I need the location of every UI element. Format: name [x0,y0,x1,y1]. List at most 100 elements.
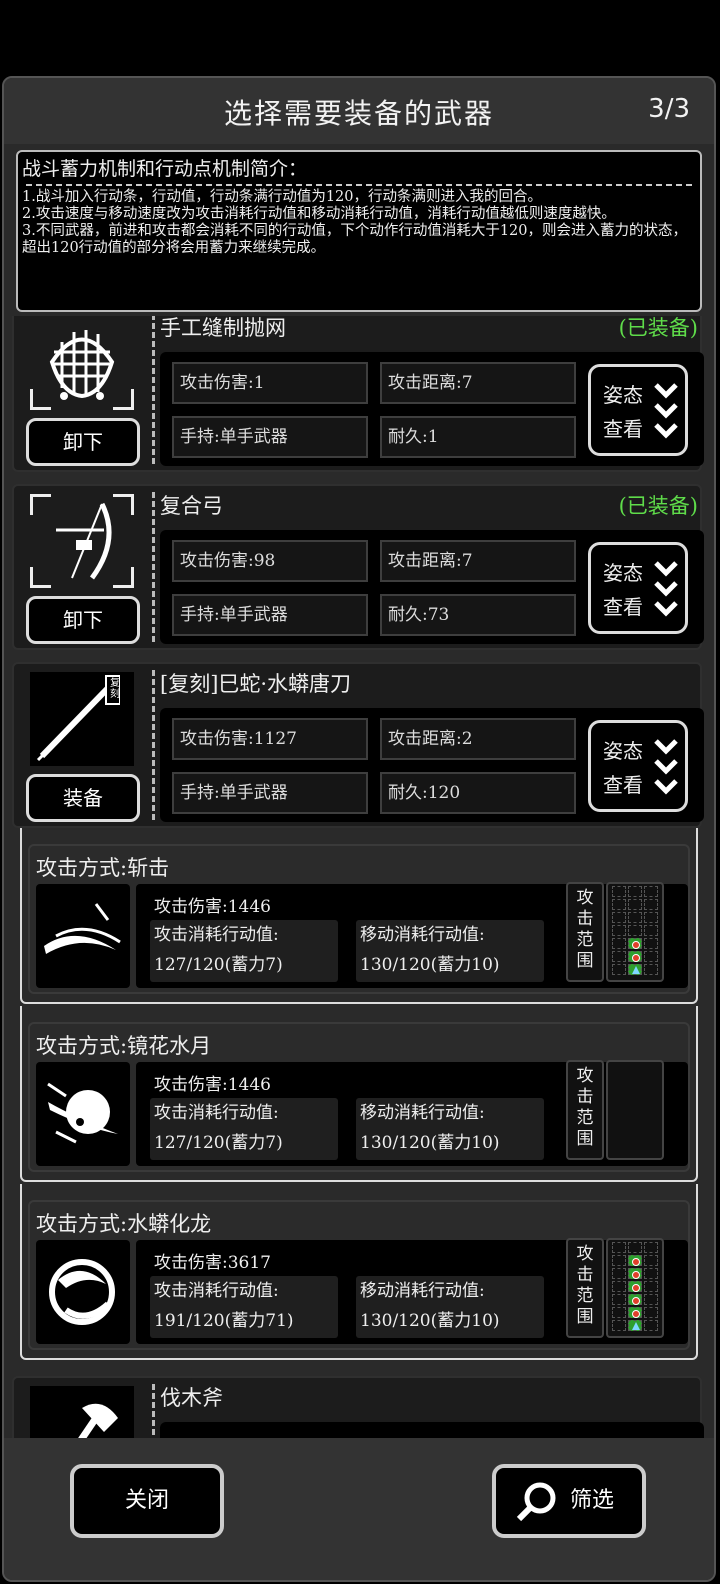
close-button[interactable]: 关闭 [70,1464,224,1538]
move-cost: 移动消耗行动值: 130/120(蓄力10) [356,1276,544,1338]
divider [152,670,155,820]
equipped-status: (已装备) [618,316,698,340]
attack-cost: 攻击消耗行动值: 191/120(蓄力71) [150,1276,338,1338]
attack-mode-card: 攻击方式:水蟒化龙 攻击伤害:3617 攻击消耗行动值: 191/120(蓄力7… [20,1184,698,1360]
attack-damage: 攻击伤害:1446 [154,897,271,917]
pose-label: 姿态 [603,739,643,763]
range-grid [606,882,664,982]
range-grid [606,1060,664,1160]
move-cost-value: 130/120(蓄力10) [360,955,500,975]
move-cost-value: 130/120(蓄力10) [360,1311,500,1331]
range-label-char: 范 [576,1108,594,1128]
weapon-list[interactable]: 卸下 手工缝制抛网 (已装备) 攻击伤害:1 攻击距离:7 手持:单手武器 耐久… [4,316,714,1440]
pose-view-button[interactable]: 姿态 查看 [588,364,688,456]
range-cell [628,925,642,936]
range-cell [612,1242,626,1253]
unequip-button[interactable]: 卸下 [26,418,140,466]
stat-range: 攻击距离:2 [380,718,576,760]
move-cost: 移动消耗行动值: 130/120(蓄力10) [356,920,544,982]
weapon-card: 卸下 手工缝制抛网 (已装备) 攻击伤害:1 攻击距离:7 手持:单手武器 耐久… [12,316,704,472]
replica-badge: 复刻 [110,678,120,700]
weapon-stats: 攻击伤害:1 攻击距离:7 手持:单手武器 耐久:1 姿态 查看 [160,352,704,466]
attack-cost: 攻击消耗行动值: 127/120(蓄力7) [150,1098,338,1160]
attack-damage: 攻击伤害:3617 [154,1253,271,1273]
attack-cost-label: 攻击消耗行动值: [154,1281,279,1301]
range-cell [612,951,626,962]
search-icon [516,1482,556,1522]
stat-durability: 耐久:120 [380,772,576,814]
view-label: 查看 [603,773,643,797]
range-cell [612,1268,626,1279]
attack-name: 攻击方式:水蟒化龙 [36,1212,212,1236]
range-cell [628,1268,642,1279]
attack-cost-label: 攻击消耗行动值: [154,1103,279,1123]
range-cell [644,1268,658,1279]
range-cell [644,951,658,962]
weapon-icon-frame: 复刻 [30,672,134,766]
chevron-down-icon [654,739,678,795]
page-indicator: 3/3 [648,94,690,124]
attack-range: 攻 击 范 围 [560,1060,664,1164]
attack-name: 攻击方式:斩击 [36,856,170,880]
target-dot [632,1310,640,1318]
range-cell [612,938,626,949]
range-cell [612,912,626,923]
filter-button[interactable]: 筛选 [492,1464,646,1538]
range-cell [644,1320,658,1331]
info-line: 2.攻击速度与移动速度改为攻击消耗行动值和移动消耗行动值，消耗行动值越低则速度越… [22,206,616,222]
axe-icon [76,1403,118,1440]
pose-label: 姿态 [603,383,643,407]
target-dot [632,1284,640,1292]
range-label: 攻 击 范 围 [566,1060,604,1160]
range-cell [644,886,658,897]
divider [152,316,155,464]
page-title: 选择需要装备的武器 [223,97,494,130]
range-label-char: 攻 [576,1244,594,1264]
move-cost-label: 移动消耗行动值: [360,925,485,945]
range-cell [628,1307,642,1318]
slash-icon [44,903,121,954]
target-dot [632,954,640,962]
range-cell [628,1242,642,1253]
attack-range: 攻 击 范 围 [560,1238,664,1342]
weapon-name: 伐木斧 [160,1386,223,1410]
range-label: 攻 击 范 围 [566,882,604,982]
range-label-char: 范 [576,1286,594,1306]
range-cell [644,938,658,949]
weapon-name: 复合弓 [160,494,223,518]
range-cell [628,1281,642,1292]
moon-flower-icon [47,1082,118,1144]
range-label-char: 范 [576,930,594,950]
weapon-stats: 攻击伤害:1127 攻击距离:2 手持:单手武器 耐久:120 姿态 查看 [160,708,704,822]
pose-view-button[interactable]: 姿态 查看 [588,720,688,812]
unequip-button[interactable]: 卸下 [26,596,140,644]
move-cost-label: 移动消耗行动值: [360,1103,485,1123]
equip-button[interactable]: 装备 [26,774,140,822]
target-dot [632,1258,640,1266]
stat-range: 攻击距离:7 [380,362,576,404]
stat-damage: 攻击伤害:98 [172,540,368,582]
range-cell [612,1320,626,1331]
stat-durability: 耐久:1 [380,416,576,458]
attack-range: 攻 击 范 围 [560,882,664,986]
divider [152,1384,155,1440]
range-cell [612,964,626,975]
range-cell [628,951,642,962]
attack-name: 攻击方式:镜花水月 [36,1034,212,1058]
info-line: 1.战斗加入行动条，行动值，行动条满行动值为120，行动条满则进入我的回合。 [22,189,543,205]
weapon-icon-frame [30,316,134,410]
weapon-card: 伐木斧 [12,1376,704,1440]
attack-cost-label: 攻击消耗行动值: [154,925,279,945]
pose-view-button[interactable]: 姿态 查看 [588,542,688,634]
range-cell [644,925,658,936]
chevron-down-icon [654,383,678,439]
target-dot [632,941,640,949]
range-cell [612,925,626,936]
range-label-char: 击 [576,1265,594,1285]
range-cell [628,899,642,910]
attack-cost: 攻击消耗行动值: 127/120(蓄力7) [150,920,338,982]
range-label-char: 围 [576,1129,594,1149]
range-cell [612,1255,626,1266]
serpent-dragon-icon [49,1259,115,1325]
attack-cost-value: 127/120(蓄力7) [154,1133,283,1153]
